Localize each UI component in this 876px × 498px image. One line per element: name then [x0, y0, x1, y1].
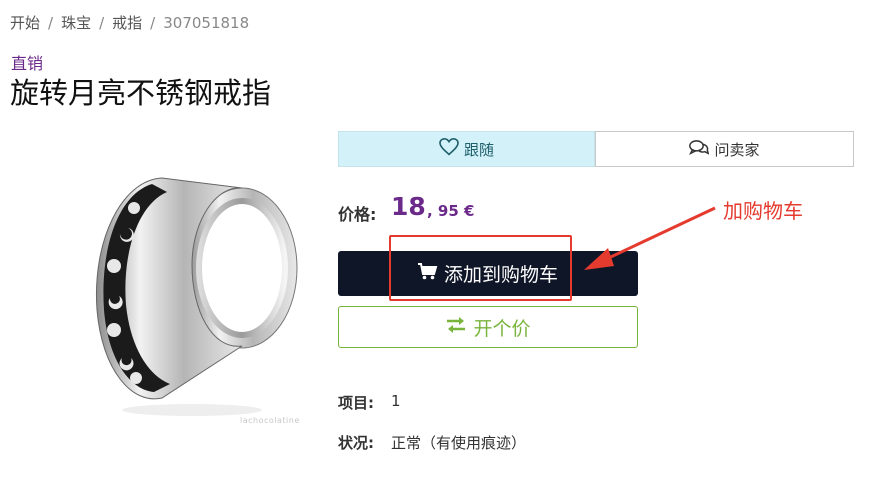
image-watermark: lachocolatine: [240, 416, 300, 425]
breadcrumb-item-home[interactable]: 开始: [10, 12, 40, 33]
chat-icon: [689, 139, 714, 160]
ask-seller-button[interactable]: 问卖家: [595, 131, 854, 167]
breadcrumb-item-jewelry[interactable]: 珠宝: [61, 12, 91, 33]
annotation-label: 加购物车: [723, 199, 803, 223]
breadcrumb-separator: /: [99, 14, 105, 32]
quantity-value: 1: [391, 392, 401, 410]
breadcrumb: 开始 / 珠宝 / 戒指 / 307051818: [10, 12, 249, 33]
ring-image: [92, 170, 302, 420]
condition-value: 正常（有使用痕迹）: [391, 434, 527, 452]
exchange-icon: [445, 316, 473, 339]
make-offer-label: 开个价: [473, 317, 531, 340]
price-label: 价格:: [338, 205, 377, 224]
follow-label: 跟随: [463, 140, 494, 159]
breadcrumb-current: 307051818: [163, 14, 250, 32]
heart-icon: [439, 137, 464, 160]
annotation-highlight-box: [389, 235, 572, 301]
quantity-label: 项目:: [338, 394, 374, 412]
page-title: 旋转月亮不锈钢戒指: [10, 76, 272, 110]
breadcrumb-separator: /: [150, 14, 156, 32]
annotation-arrow-icon: [580, 200, 720, 280]
ask-seller-label: 问卖家: [714, 140, 760, 159]
breadcrumb-separator: /: [48, 14, 54, 32]
condition-label: 状况:: [338, 434, 374, 452]
make-offer-button[interactable]: 开个价: [338, 306, 638, 348]
breadcrumb-item-rings[interactable]: 戒指: [112, 12, 142, 33]
price-decimal: , 95 €: [427, 202, 475, 220]
follow-button[interactable]: 跟随: [338, 131, 595, 167]
price-integer: 18: [391, 192, 426, 221]
